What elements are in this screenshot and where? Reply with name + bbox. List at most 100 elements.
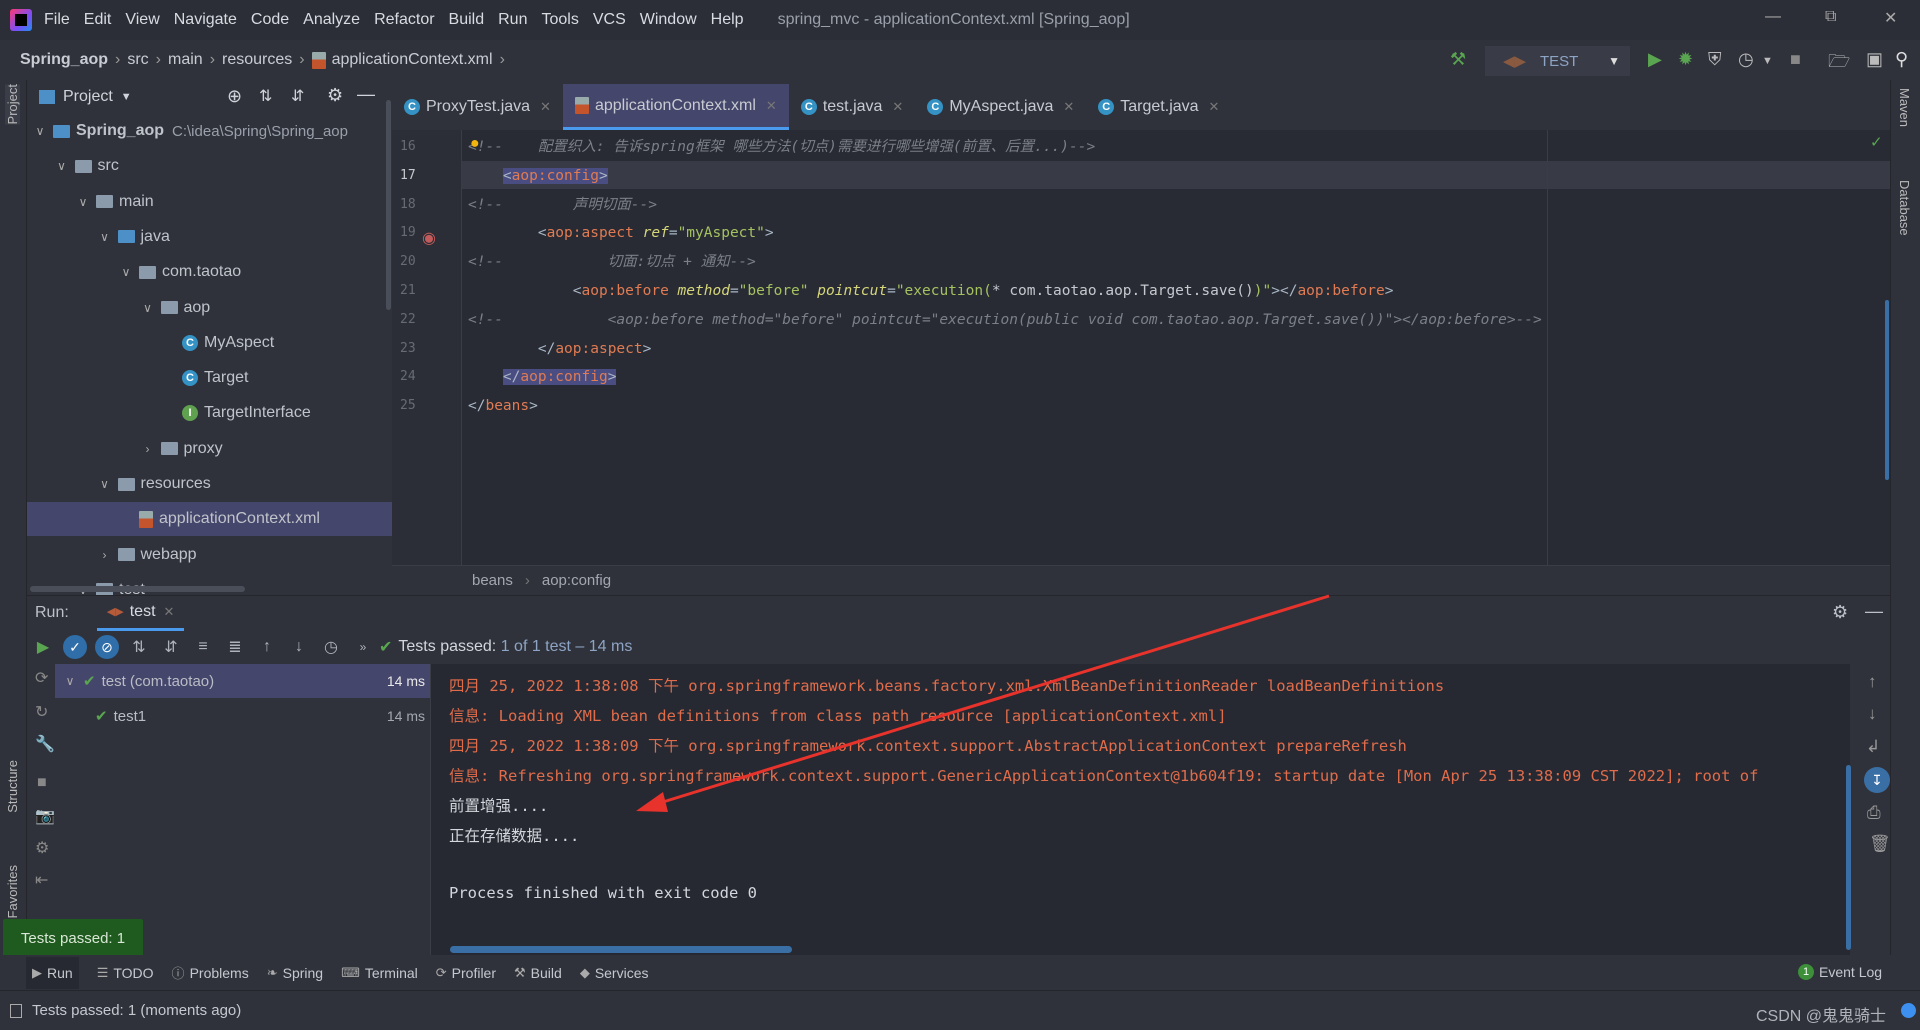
chevron-down-icon[interactable]: ∨ <box>33 124 47 138</box>
project-structure-icon[interactable]: 🗁 <box>1828 49 1850 79</box>
test-tree-item[interactable]: ∨ ✔ test (com.taotao) 14 ms <box>55 664 430 698</box>
locate-file-icon[interactable]: ⊕ <box>227 86 242 107</box>
crumb-aop-config[interactable]: aop:config <box>542 572 611 589</box>
hide-panel-icon[interactable]: — <box>1865 601 1883 622</box>
profiler-icon[interactable]: ◷ <box>1738 49 1754 70</box>
stop-icon[interactable]: ■ <box>1790 49 1801 70</box>
run-icon[interactable]: ▶ <box>1648 49 1662 70</box>
menu-navigate[interactable]: Navigate <box>174 11 237 29</box>
close-tab-icon[interactable]: ✕ <box>766 98 777 114</box>
console-vertical-scrollbar[interactable] <box>1846 765 1851 950</box>
gear-icon[interactable]: ⚙ <box>1832 602 1848 623</box>
crumb-project[interactable]: Spring_aop <box>20 51 108 69</box>
tab-proxytest-java[interactable]: C ProxyTest.java ✕ <box>392 84 563 130</box>
close-window-icon[interactable]: ✕ <box>1884 8 1897 28</box>
test-history-icon[interactable]: ◷ <box>315 637 347 657</box>
project-view-select[interactable]: Project <box>63 88 113 106</box>
project-tree-item[interactable]: applicationContext.xml <box>27 502 392 537</box>
run-tab-test[interactable]: ◀▶ test ✕ <box>96 596 185 631</box>
chevron-down-icon[interactable]: ∨ <box>63 674 77 688</box>
chevron-down-icon[interactable]: ∨ <box>141 301 155 315</box>
tab-target-java[interactable]: C Target.java ✕ <box>1086 84 1231 130</box>
crumb-beans[interactable]: beans <box>472 572 513 589</box>
minimize-icon[interactable]: — <box>1765 8 1781 26</box>
event-log-button[interactable]: 1 Event Log <box>1798 964 1882 980</box>
menu-help[interactable]: Help <box>711 11 744 29</box>
build-hammer-icon[interactable]: ⚒ <box>1450 49 1466 70</box>
tab-test-java[interactable]: Ctest.java ✕ <box>789 84 916 130</box>
gear-icon[interactable]: ⚙ <box>327 85 343 106</box>
clear-all-icon[interactable]: 🗑 <box>1869 834 1891 854</box>
toggle-tool-windows-icon[interactable] <box>10 1003 22 1018</box>
project-tree-item[interactable]: ∨ java <box>27 220 170 254</box>
tool-button-todo[interactable]: ☰ TODO <box>97 965 154 981</box>
menu-code[interactable]: Code <box>251 11 289 29</box>
status-message[interactable]: Tests passed: 1 (moments ago) <box>32 1002 241 1019</box>
tool-button-problems[interactable]: ⓘ Problems <box>172 963 249 982</box>
project-tree-item[interactable]: I TargetInterface <box>27 396 311 430</box>
structure-tool-button[interactable]: Structure <box>5 760 20 813</box>
project-tree-item[interactable]: › webapp <box>27 538 197 572</box>
show-ignored-toggle-icon[interactable]: ⊘ <box>95 635 119 659</box>
run-configuration-select[interactable]: ◀▶ TEST ▼ <box>1485 46 1630 76</box>
menu-edit[interactable]: Edit <box>84 11 112 29</box>
project-tree-item[interactable]: ∨ resources <box>27 467 211 501</box>
collapse-all-icon[interactable]: ≣ <box>219 637 251 657</box>
hide-panel-icon[interactable]: — <box>357 84 375 105</box>
more-run-chevron-icon[interactable]: ▼ <box>1762 55 1773 67</box>
rerun-failed-icon[interactable]: ⟳ <box>35 668 48 688</box>
project-tree-item[interactable]: C Target <box>27 361 248 395</box>
tool-button-terminal[interactable]: ⌨ Terminal <box>341 965 418 981</box>
chevron-down-icon[interactable]: ∨ <box>76 195 90 209</box>
search-icon[interactable]: ⚲ <box>1895 49 1908 70</box>
close-tab-icon[interactable]: ✕ <box>1209 99 1220 115</box>
print-icon[interactable]: ⎙ <box>1867 803 1881 823</box>
close-tab-icon[interactable]: ✕ <box>164 604 175 620</box>
settings-wrench-icon[interactable]: 🔧 <box>35 734 55 754</box>
menu-window[interactable]: Window <box>640 11 697 29</box>
screenshot-icon[interactable]: 📷 <box>35 806 55 826</box>
project-tree-item[interactable]: ∨ com.taotao <box>27 255 242 289</box>
chevron-right-icon[interactable]: › <box>98 548 112 562</box>
terminal-window-icon[interactable]: ▣ <box>1866 49 1883 70</box>
chevron-down-icon[interactable]: ∨ <box>119 265 133 279</box>
sort-alphabetically-icon[interactable]: ⇅ <box>123 637 155 657</box>
test-tree-item[interactable]: ✔ test1 14 ms <box>55 699 430 733</box>
lightbulb-icon[interactable]: ● <box>470 135 480 153</box>
close-tab-icon[interactable]: ✕ <box>1063 99 1074 115</box>
project-tree-item[interactable]: ∨ aop <box>27 291 210 325</box>
tool-button-profiler[interactable]: ⟳ Profiler <box>436 965 496 981</box>
favorites-tool-button[interactable]: Favorites <box>5 865 20 918</box>
restore-icon[interactable]: ⧉ <box>1825 8 1836 26</box>
project-tree-item[interactable]: C MyAspect <box>27 326 274 360</box>
chevron-right-icon[interactable]: › <box>141 442 155 456</box>
crumb-main[interactable]: main <box>168 51 203 69</box>
menu-file[interactable]: File <box>44 11 70 29</box>
sort-by-duration-icon[interactable]: ⇵ <box>155 637 187 657</box>
menu-tools[interactable]: Tools <box>541 11 578 29</box>
menu-view[interactable]: View <box>125 11 159 29</box>
collapse-all-icon[interactable]: ⇵ <box>291 86 304 106</box>
tool-button-services[interactable]: ◆ Services <box>580 965 649 981</box>
aop-advice-gutter-icon[interactable]: ◉ <box>422 228 436 248</box>
tab-myaspect-java[interactable]: C MyAspect.java ✕ <box>915 84 1086 130</box>
more-icon[interactable]: » <box>347 640 379 654</box>
scroll-down-icon[interactable]: ↓ <box>1868 704 1877 724</box>
project-tool-button[interactable]: Project <box>5 84 20 125</box>
console-horizontal-scrollbar[interactable] <box>450 946 792 953</box>
debug-icon[interactable]: ✹ <box>1678 49 1693 70</box>
scroll-up-icon[interactable]: ↑ <box>1868 672 1877 692</box>
import-icon[interactable]: ⇤ <box>35 870 48 890</box>
next-test-icon[interactable]: ↓ <box>283 638 315 656</box>
soft-wrap-icon[interactable]: ↲ <box>1866 737 1880 757</box>
tool-button-run[interactable]: ▶ Run <box>26 956 79 989</box>
editor-vertical-scrollbar[interactable] <box>1885 300 1889 480</box>
tests-passed-toast[interactable]: Tests passed: 1 <box>3 919 143 957</box>
project-vertical-scrollbar[interactable] <box>386 100 391 310</box>
previous-test-icon[interactable]: ↑ <box>251 638 283 656</box>
maven-tool-button[interactable]: Maven <box>1897 88 1912 127</box>
crumb-file[interactable]: applicationContext.xml <box>332 51 493 69</box>
tool-button-spring[interactable]: ❧ Spring <box>267 965 323 981</box>
tool-button-build[interactable]: ⚒ Build <box>514 965 562 981</box>
close-tab-icon[interactable]: ✕ <box>892 99 903 115</box>
